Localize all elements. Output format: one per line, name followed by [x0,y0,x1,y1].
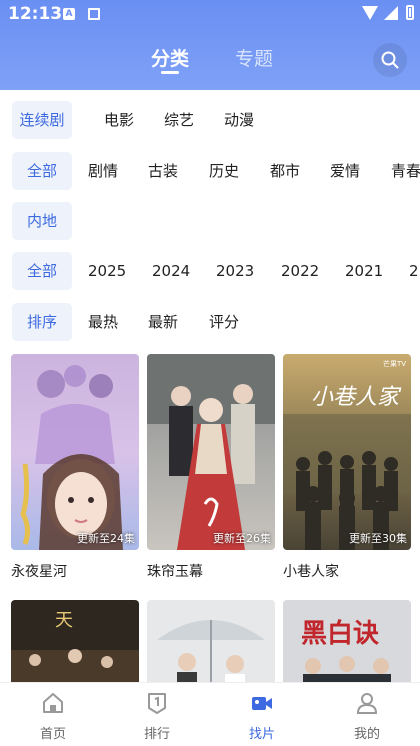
nav-home-label: 首页 [39,727,66,742]
filter-genre-youth[interactable]: 青春 [391,152,420,190]
filter-row-genre: 全部 剧情 古装 历史 都市 爱情 青春 [0,152,420,190]
tab-topic[interactable]: 专题 [235,44,273,71]
poster-image: 天 [11,600,139,684]
nav-ranking-label: 排行 [143,727,170,742]
video-camera-icon [252,697,272,710]
notification-book-icon [88,8,100,20]
filter-sort-label[interactable]: 排序 [12,303,72,341]
tab-category[interactable]: 分类 [151,44,189,71]
update-badge: 更新至24集 [77,532,135,545]
filter-type-series[interactable]: 连续剧 [12,101,72,139]
nav-home[interactable]: 首页 [13,683,93,746]
filter-year-all[interactable]: 全部 [12,252,72,290]
update-badge: 更新至30集 [349,532,407,545]
poster-image [11,354,139,550]
filter-year-2022[interactable]: 2022 [281,252,319,290]
nav-profile-label: 我的 [353,727,380,742]
filter-row-region: 内地 [0,202,420,240]
filter-year-more[interactable]: 2 [409,252,419,290]
poster-image [147,354,275,550]
status-bar: 12:13 A [0,0,420,30]
nav-discover-label: 找片 [248,727,275,742]
poster-network-logo: 芒果TV [383,359,406,368]
show-card[interactable]: 更新至24集 永夜星河 [11,354,139,581]
bottom-navigation: 首页 排行 找片 我的 [0,682,420,746]
show-poster: 黑白诀 [283,600,411,684]
filter-genre-romance[interactable]: 爱情 [330,152,360,190]
wifi-icon [362,6,378,20]
filter-genre-costume[interactable]: 古装 [148,152,178,190]
nav-discover[interactable]: 找片 [222,683,302,746]
show-card[interactable]: 小巷人家 芒果TV 更新至30集 小巷人家 [283,354,411,581]
filter-year-2021[interactable]: 2021 [345,252,383,290]
filter-type-movie[interactable]: 电影 [104,101,134,139]
show-card[interactable]: 天 [11,600,139,684]
filter-year-2024[interactable]: 2024 [152,252,190,290]
filter-sort-newest[interactable]: 最新 [148,303,178,341]
filter-sort-rating[interactable]: 评分 [209,303,239,341]
show-card[interactable]: 黑白诀 [283,600,411,684]
poster-image [147,600,275,684]
filter-genre-history[interactable]: 历史 [209,152,239,190]
svg-text:天: 天 [55,610,73,631]
filter-genre-drama[interactable]: 剧情 [88,152,118,190]
show-poster: 小巷人家 芒果TV 更新至30集 [283,354,411,550]
filter-type-variety[interactable]: 综艺 [164,101,194,139]
top-header: 12:13 A 分类 专题 [0,0,420,90]
poster-title-calligraphy: 小巷人家 [311,385,402,410]
battery-icon [406,5,414,20]
user-icon [356,693,378,714]
active-tab-indicator [161,71,179,74]
show-card[interactable]: 更新至26集 珠帘玉幕 [147,354,275,581]
filter-row-sort: 排序 最热 最新 评分 [0,303,420,341]
filter-genre-urban[interactable]: 都市 [270,152,300,190]
filter-year-2025[interactable]: 2025 [88,252,126,290]
filter-row-type: 连续剧 电影 综艺 动漫 [0,101,420,139]
status-time: 12:13 [8,4,63,24]
show-title: 珠帘玉幕 [147,564,203,580]
home-icon [43,693,63,713]
show-poster: 更新至26集 [147,354,275,550]
nav-ranking[interactable]: 排行 [117,683,197,746]
show-title: 永夜星河 [11,564,67,580]
filter-genre-all[interactable]: 全部 [12,152,72,190]
show-title: 小巷人家 [283,564,339,580]
poster-image: 小巷人家 芒果TV [283,354,411,550]
search-button[interactable] [373,43,407,77]
show-card[interactable] [147,600,275,684]
notification-a-icon: A [63,8,75,20]
show-poster [147,600,275,684]
update-badge: 更新至26集 [213,532,271,545]
signal-icon [384,6,398,20]
poster-title-text: 黑白诀 [301,618,379,649]
filter-year-2023[interactable]: 2023 [216,252,254,290]
show-poster: 天 [11,600,139,684]
show-poster: 更新至24集 [11,354,139,550]
filter-type-anime[interactable]: 动漫 [224,101,254,139]
filter-sort-hot[interactable]: 最热 [88,303,118,341]
search-icon [381,51,399,69]
filter-row-year: 全部 2025 2024 2023 2022 2021 2 [0,252,420,290]
ranking-icon [148,693,166,714]
poster-image: 黑白诀 [283,600,411,684]
filter-region-mainland[interactable]: 内地 [12,202,72,240]
nav-profile[interactable]: 我的 [327,683,407,746]
